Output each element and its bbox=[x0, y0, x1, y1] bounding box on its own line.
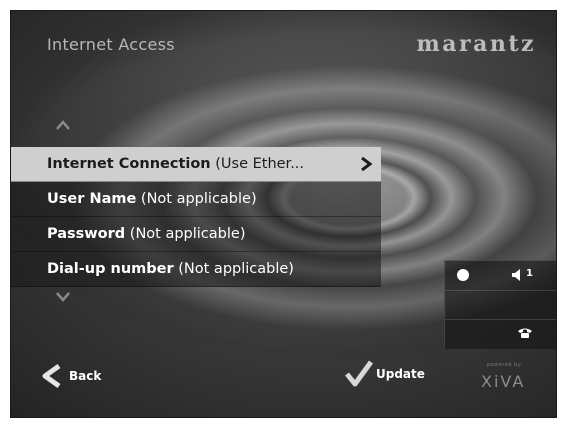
menu-item-value: (Not applicable) bbox=[140, 191, 257, 207]
screen: Internet Access marantz Internet Connect… bbox=[10, 10, 557, 418]
speaker-zone-number: 1 bbox=[526, 268, 533, 279]
xiva-logo: XiVA bbox=[481, 372, 526, 391]
back-button[interactable]: Back bbox=[39, 363, 101, 389]
status-dot-icon bbox=[457, 269, 469, 281]
powered-by-text: powered by bbox=[487, 362, 522, 368]
menu-item-label: User Name bbox=[47, 191, 137, 207]
menu-item-value: (Not applicable) bbox=[178, 261, 294, 277]
brand-logo: marantz bbox=[416, 31, 536, 57]
status-row-audio: 1 bbox=[445, 261, 556, 291]
menu-item-label: Internet Connection bbox=[47, 156, 211, 172]
menu-item-user-name[interactable]: User Name (Not applicable) bbox=[11, 182, 381, 217]
menu-item-value: (Use Ether... bbox=[215, 156, 305, 172]
update-label: Update bbox=[376, 367, 425, 381]
menu-item-label: Password bbox=[47, 226, 126, 242]
back-label: Back bbox=[69, 369, 102, 383]
status-panel: 1 bbox=[444, 260, 556, 349]
chevron-down-icon[interactable] bbox=[55, 291, 71, 303]
settings-menu: Internet Connection (Use Ether... User N… bbox=[11, 147, 381, 287]
menu-item-label: Dial-up number bbox=[47, 261, 174, 277]
menu-item-value: (Not applicable) bbox=[129, 226, 246, 242]
menu-item-internet-connection[interactable]: Internet Connection (Use Ether... bbox=[11, 147, 381, 182]
checkmark-icon bbox=[345, 360, 374, 387]
phone-icon bbox=[518, 328, 532, 338]
status-row-phone bbox=[445, 319, 556, 348]
status-row-empty bbox=[445, 290, 556, 320]
chevron-right-icon bbox=[359, 147, 373, 181]
menu-item-dial-up-number[interactable]: Dial-up number (Not applicable) bbox=[11, 252, 381, 287]
back-arrow-icon bbox=[42, 363, 61, 389]
chevron-up-icon[interactable] bbox=[55, 119, 71, 131]
update-button[interactable]: Update bbox=[344, 359, 425, 389]
menu-item-password[interactable]: Password (Not applicable) bbox=[11, 217, 381, 252]
page-title: Internet Access bbox=[47, 35, 175, 54]
speaker-icon bbox=[512, 269, 520, 281]
